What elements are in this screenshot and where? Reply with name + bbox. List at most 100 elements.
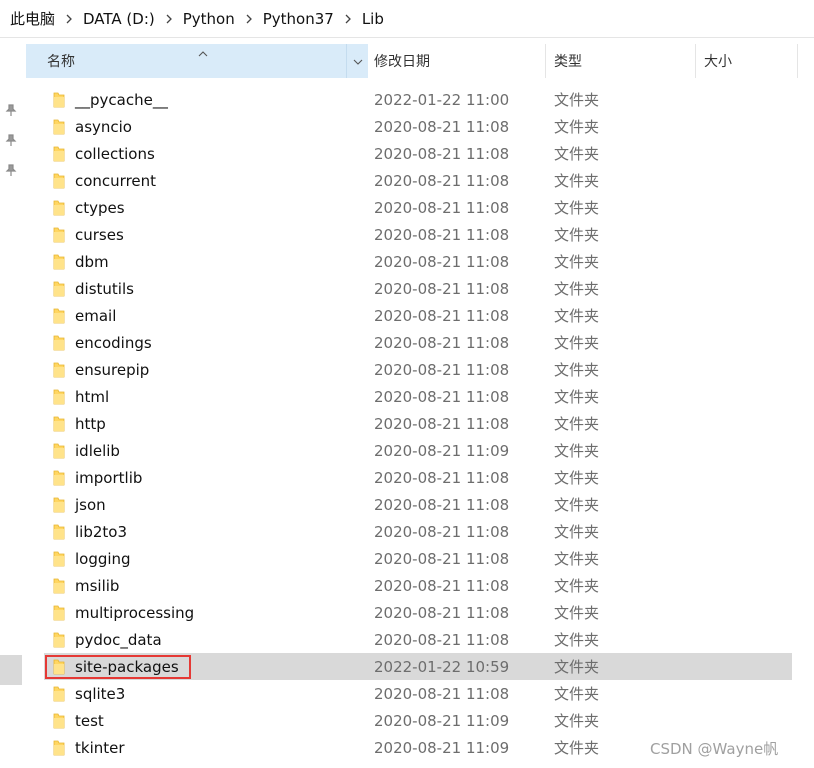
table-row[interactable]: logging 2020-08-21 11:08 文件夹 [44, 545, 792, 572]
folder-icon [53, 659, 65, 675]
modified-date: 2020-08-21 11:08 [374, 387, 510, 406]
breadcrumb-lib[interactable]: Lib [360, 10, 386, 28]
table-row[interactable]: importlib 2020-08-21 11:08 文件夹 [44, 464, 792, 491]
table-row[interactable]: http 2020-08-21 11:08 文件夹 [44, 410, 792, 437]
folder-icon [53, 740, 65, 756]
file-name: ctypes [75, 198, 125, 217]
modified-date: 2020-08-21 11:08 [374, 117, 510, 136]
modified-date: 2022-01-22 10:59 [374, 657, 510, 676]
file-type: 文件夹 [554, 604, 600, 622]
column-type-label: 类型 [554, 54, 582, 70]
file-name: sqlite3 [75, 684, 126, 703]
modified-date: 2020-08-21 11:08 [374, 630, 510, 649]
table-row[interactable]: dbm 2020-08-21 11:08 文件夹 [44, 248, 792, 275]
modified-date: 2020-08-21 11:08 [374, 576, 510, 595]
table-row[interactable]: collections 2020-08-21 11:08 文件夹 [44, 140, 792, 167]
file-type: 文件夹 [554, 361, 600, 379]
column-filter-dropdown[interactable] [346, 44, 368, 78]
folder-icon [53, 308, 65, 324]
folder-icon [53, 416, 65, 432]
folder-icon [53, 605, 65, 621]
file-name: site-packages [75, 657, 179, 676]
table-row[interactable]: encodings 2020-08-21 11:08 文件夹 [44, 329, 792, 356]
pin-icon[interactable] [4, 133, 18, 147]
folder-icon [53, 146, 65, 162]
table-row[interactable]: sqlite3 2020-08-21 11:08 文件夹 [44, 680, 792, 707]
file-type: 文件夹 [554, 712, 600, 730]
breadcrumb-python37[interactable]: Python37 [261, 10, 336, 28]
file-type: 文件夹 [554, 388, 600, 406]
column-header-name[interactable]: 名称 [26, 44, 368, 78]
column-size-label: 大小 [704, 54, 732, 70]
modified-date: 2020-08-21 11:09 [374, 738, 510, 757]
file-type: 文件夹 [554, 523, 600, 541]
table-row[interactable]: site-packages 2022-01-22 10:59 文件夹 [44, 653, 792, 680]
chevron-right-icon[interactable] [57, 14, 81, 24]
column-name-label: 名称 [47, 54, 75, 70]
breadcrumb-this-pc[interactable]: 此电脑 [8, 8, 57, 29]
table-row[interactable]: lib2to3 2020-08-21 11:08 文件夹 [44, 518, 792, 545]
folder-icon [53, 335, 65, 351]
file-type: 文件夹 [554, 658, 600, 676]
breadcrumb-python[interactable]: Python [181, 10, 237, 28]
modified-date: 2022-01-22 11:00 [374, 90, 510, 109]
file-name: multiprocessing [75, 603, 195, 622]
table-row[interactable]: concurrent 2020-08-21 11:08 文件夹 [44, 167, 792, 194]
table-row[interactable]: email 2020-08-21 11:08 文件夹 [44, 302, 792, 329]
pin-icon[interactable] [4, 103, 18, 117]
file-type: 文件夹 [554, 118, 600, 136]
modified-date: 2020-08-21 11:08 [374, 279, 510, 298]
table-row[interactable]: asyncio 2020-08-21 11:08 文件夹 [44, 113, 792, 140]
pin-icon[interactable] [4, 163, 18, 177]
chevron-right-icon[interactable] [157, 14, 181, 24]
chevron-right-icon[interactable] [237, 14, 261, 24]
column-header-date[interactable]: 修改日期 [369, 44, 546, 78]
folder-icon [53, 551, 65, 567]
modified-date: 2020-08-21 11:08 [374, 468, 510, 487]
file-name: distutils [75, 279, 134, 298]
chevron-right-icon[interactable] [336, 14, 360, 24]
table-row[interactable]: json 2020-08-21 11:08 文件夹 [44, 491, 792, 518]
table-row[interactable]: ctypes 2020-08-21 11:08 文件夹 [44, 194, 792, 221]
folder-icon [53, 497, 65, 513]
table-row[interactable]: distutils 2020-08-21 11:08 文件夹 [44, 275, 792, 302]
nav-selected-item[interactable] [0, 655, 22, 685]
modified-date: 2020-08-21 11:08 [374, 333, 510, 352]
file-type: 文件夹 [554, 550, 600, 568]
file-type: 文件夹 [554, 280, 600, 298]
table-row[interactable]: html 2020-08-21 11:08 文件夹 [44, 383, 792, 410]
column-header-size[interactable]: 大小 [696, 44, 798, 78]
file-type: 文件夹 [554, 577, 600, 595]
modified-date: 2020-08-21 11:08 [374, 603, 510, 622]
file-type: 文件夹 [554, 415, 600, 433]
file-name: __pycache__ [75, 90, 168, 109]
table-row[interactable]: idlelib 2020-08-21 11:09 文件夹 [44, 437, 792, 464]
file-type: 文件夹 [554, 145, 600, 163]
file-name: logging [75, 549, 131, 568]
watermark: CSDN @Wayne帆 [650, 740, 779, 758]
file-type: 文件夹 [554, 442, 600, 460]
modified-date: 2020-08-21 11:08 [374, 171, 510, 190]
table-row[interactable]: pydoc_data 2020-08-21 11:08 文件夹 [44, 626, 792, 653]
file-name: pydoc_data [75, 630, 162, 649]
folder-icon [53, 173, 65, 189]
file-name: msilib [75, 576, 120, 595]
file-name: http [75, 414, 106, 433]
table-row[interactable]: msilib 2020-08-21 11:08 文件夹 [44, 572, 792, 599]
file-name: concurrent [75, 171, 157, 190]
table-row[interactable]: multiprocessing 2020-08-21 11:08 文件夹 [44, 599, 792, 626]
column-header-type[interactable]: 类型 [546, 44, 696, 78]
modified-date: 2020-08-21 11:08 [374, 495, 510, 514]
table-row[interactable]: curses 2020-08-21 11:08 文件夹 [44, 221, 792, 248]
table-row[interactable]: __pycache__ 2022-01-22 11:00 文件夹 [44, 86, 792, 113]
table-row[interactable]: test 2020-08-21 11:09 文件夹 [44, 707, 792, 734]
folder-icon [53, 119, 65, 135]
file-type: 文件夹 [554, 226, 600, 244]
file-name: tkinter [75, 738, 125, 757]
modified-date: 2020-08-21 11:08 [374, 144, 510, 163]
file-name: collections [75, 144, 155, 163]
file-name: importlib [75, 468, 143, 487]
breadcrumb-data-drive[interactable]: DATA (D:) [81, 10, 157, 28]
table-row[interactable]: ensurepip 2020-08-21 11:08 文件夹 [44, 356, 792, 383]
file-name: idlelib [75, 441, 120, 460]
